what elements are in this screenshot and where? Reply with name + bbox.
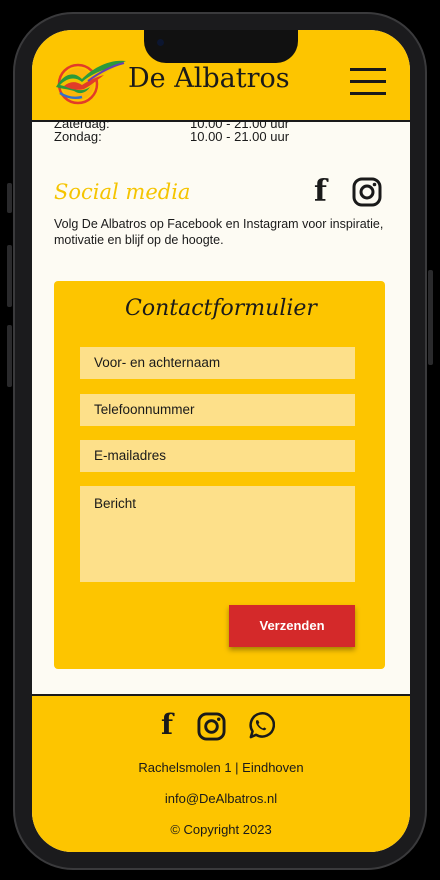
footer-instagram-icon[interactable] [197, 712, 226, 746]
hours-time-sunday: 10.00 - 21.00 uur [190, 129, 290, 144]
brand-name[interactable]: De Albatros [128, 63, 290, 94]
message-field[interactable]: Bericht [80, 486, 355, 582]
phone-notch [144, 30, 298, 63]
contact-form-title: Contactformulier [125, 296, 317, 321]
phone-field[interactable]: Telefoonnummer [80, 394, 355, 426]
phone-screen: Zaterdag: 10.00 - 21.00 uur Zondag: 10.0… [32, 30, 410, 852]
hamburger-menu-icon[interactable] [350, 68, 386, 96]
facebook-icon[interactable]: f [314, 176, 327, 208]
phone-volume-up [7, 245, 12, 307]
camera-icon [157, 39, 164, 46]
footer-copyright: © Copyright 2023 [170, 822, 272, 837]
phone-power-button [428, 270, 433, 365]
social-media-description: Volg De Albatros op Facebook en Instagra… [54, 217, 384, 247]
email-field[interactable]: E-mailadres [80, 440, 355, 472]
hours-day-sunday: Zondag: [54, 129, 102, 144]
phone-volume-down [7, 325, 12, 387]
albatross-logo-icon[interactable] [52, 51, 128, 111]
social-media-heading: Social media [54, 180, 191, 204]
phone-side-button [7, 183, 12, 213]
instagram-icon[interactable] [352, 177, 382, 212]
submit-button[interactable]: Verzenden [229, 605, 355, 647]
name-field[interactable]: Voor- en achternaam [80, 347, 355, 379]
footer: f Rachelsmolen 1 | Eindhoven info@DeAlba… [32, 694, 410, 852]
footer-whatsapp-icon[interactable] [246, 711, 276, 745]
footer-facebook-icon[interactable]: f [161, 710, 173, 740]
footer-address: Rachelsmolen 1 | Eindhoven [138, 760, 304, 775]
footer-email-link[interactable]: info@DeAlbatros.nl [32, 791, 410, 806]
